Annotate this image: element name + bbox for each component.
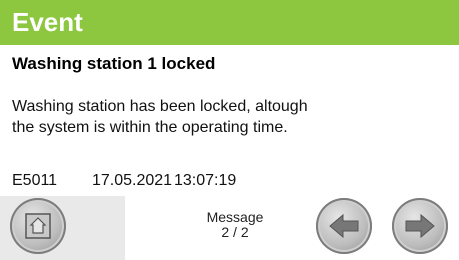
event-date: 17.05.2021: [92, 172, 173, 189]
event-meta: E5011 17.05.2021 13:07:19: [12, 172, 236, 190]
title-bar: Event: [0, 0, 459, 45]
footer-bar: Message 2 / 2: [0, 196, 459, 260]
next-button[interactable]: [392, 198, 448, 254]
event-description: Washing station has been locked, altough…: [12, 96, 308, 138]
message-counter: Message 2 / 2: [180, 210, 290, 240]
page-title: Event: [12, 7, 83, 37]
home-button[interactable]: [10, 198, 66, 254]
arrow-left-icon: [329, 213, 359, 239]
event-headline: Washing station 1 locked: [12, 54, 216, 73]
page-indicator: 2 / 2: [221, 224, 249, 240]
event-code: E5011: [12, 172, 58, 189]
home-icon: [25, 213, 51, 239]
event-description-line-2: the system is within the operating time.: [12, 119, 288, 136]
previous-button[interactable]: [316, 198, 372, 254]
event-time: 13:07:19: [174, 172, 237, 189]
arrow-right-icon: [405, 213, 435, 239]
event-description-line-1: Washing station has been locked, altough: [12, 98, 308, 115]
message-label: Message: [206, 209, 264, 225]
